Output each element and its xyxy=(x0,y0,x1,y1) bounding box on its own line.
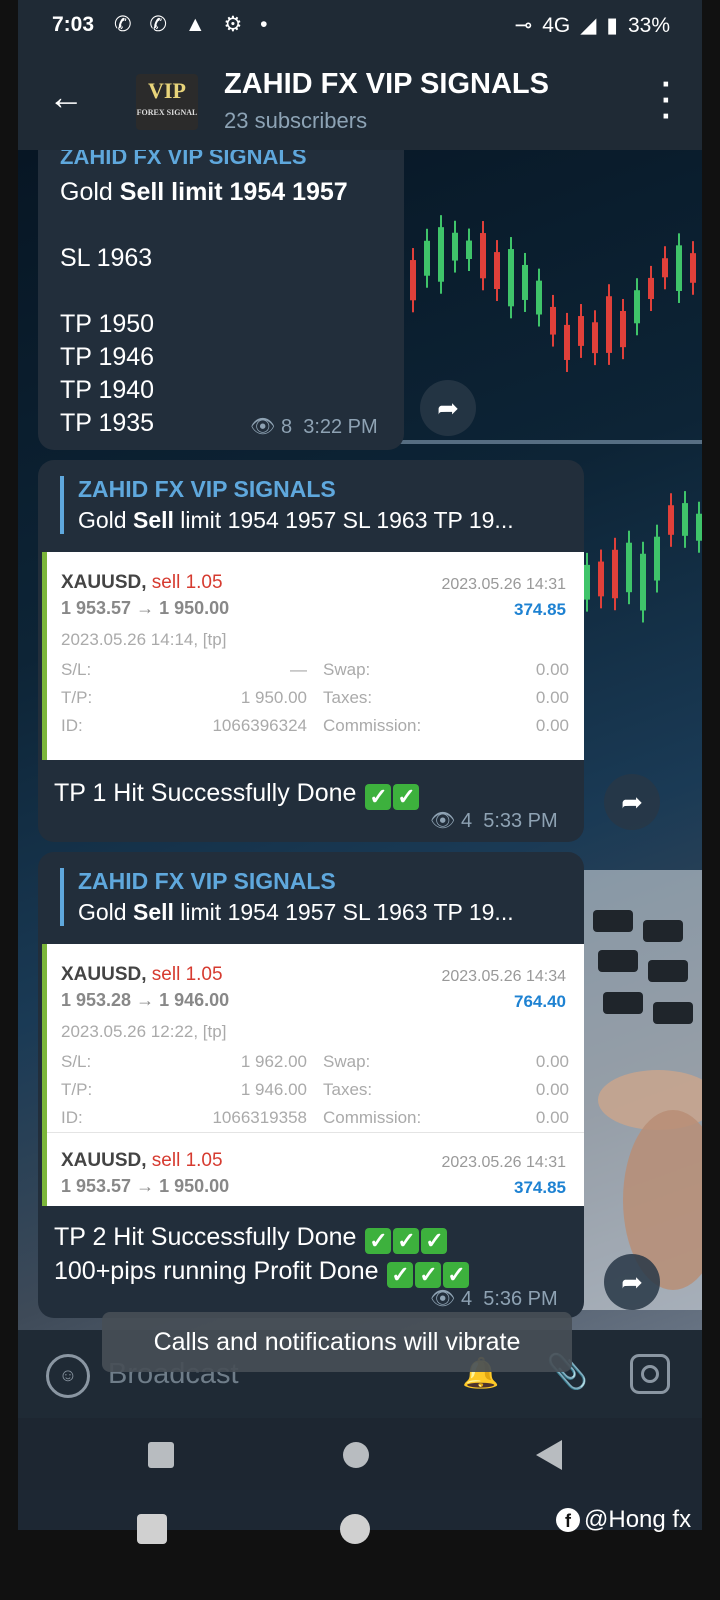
message-text: TP 2 Hit Successfully Done ✓ ✓ ✓ 100+pips … xyxy=(54,1220,470,1288)
trade2-prices: 1 953.57 → 1 950.00 xyxy=(61,1176,230,1196)
signal-text: Gold Sell limit 1954 1957 SL 1963 TP 195… xyxy=(60,176,348,440)
message-bubble-tp2[interactable]: ZAHID FX VIP SIGNALS Gold Sell limit 195… xyxy=(38,852,584,1318)
vibrate-toast: Calls and notifications will vibrate xyxy=(102,1312,572,1372)
message-text: TP 1 Hit Successfully Done ✓ ✓ xyxy=(54,776,420,810)
views-eye-icon: 👁 xyxy=(250,416,276,438)
trade-divider xyxy=(47,1132,584,1133)
check-emoji-icon: ✓ xyxy=(393,784,420,810)
recents-button[interactable] xyxy=(137,1514,167,1544)
signal-line-tp2: TP 1946 xyxy=(60,343,155,371)
check-emoji-icon: ✓ xyxy=(443,1262,470,1288)
trade2-profit: 374.85 xyxy=(514,1178,566,1197)
emoji-icon[interactable]: ☺ xyxy=(46,1354,90,1398)
battery-level: 33% xyxy=(627,13,670,37)
channel-header: ← VIP FOREX SIGNAL ZAHID FX VIP SIGNALS … xyxy=(18,52,702,150)
trade-prices: 1 953.57 → 1 950.00 xyxy=(61,598,230,618)
notification-icons: ✆ ✆ ▲ ⚙ • xyxy=(114,13,274,36)
trade-symbol: XAUUSD, sell 1.05 xyxy=(61,964,223,985)
message-time: 5:33 PM xyxy=(483,810,558,832)
signal-line-tp3: TP 1940 xyxy=(60,376,155,404)
check-emoji-icon: ✓ xyxy=(365,784,392,810)
message-time: 3:22 PM xyxy=(303,416,378,438)
trade-close-time: 2023.05.26 14:34 xyxy=(441,968,566,985)
reply-sender: ZAHID FX VIP SIGNALS xyxy=(78,476,336,502)
message-sender: ZAHID FX VIP SIGNALS xyxy=(60,150,307,169)
trade-profit: 374.85 xyxy=(514,600,566,619)
channel-title[interactable]: ZAHID FX VIP SIGNALS xyxy=(224,68,549,101)
forward-icon[interactable]: ➦ xyxy=(604,1254,660,1310)
reply-preview[interactable]: ZAHID FX VIP SIGNALS Gold Sell limit 195… xyxy=(60,868,564,926)
signal-line-sl: SL 1963 xyxy=(60,244,153,272)
views-eye-icon: 👁 xyxy=(430,810,456,832)
forward-icon[interactable]: ➦ xyxy=(420,380,476,436)
trade-close-time: 2023.05.26 14:31 xyxy=(441,576,566,593)
trade-symbol: XAUUSD, sell 1.05 xyxy=(61,572,223,593)
status-bar: 7:03 ✆ ✆ ▲ ⚙ • ⊸ 4G ◢ ▮ 33% xyxy=(18,0,702,52)
reply-sender: ZAHID FX VIP SIGNALS xyxy=(78,868,336,894)
avatar-logo-subtext: FOREX SIGNAL xyxy=(136,108,198,117)
view-count: 4 xyxy=(460,810,473,832)
check-emoji-icon: ✓ xyxy=(365,1228,392,1254)
forward-icon[interactable]: ➦ xyxy=(604,774,660,830)
key-icon: ⊸ xyxy=(514,14,533,37)
check-emoji-icon: ✓ xyxy=(387,1262,414,1288)
trade-open-time: 2023.05.26 14:14, [tp] xyxy=(61,630,227,649)
more-options-icon[interactable]: · · · xyxy=(661,68,672,132)
message-bubble-tp1[interactable]: ZAHID FX VIP SIGNALS Gold Sell limit 195… xyxy=(38,460,584,842)
view-count: 4 xyxy=(460,1288,473,1310)
avatar-logo-text: VIP xyxy=(148,78,186,103)
signal-line-tp1: TP 1950 xyxy=(60,310,155,338)
channel-avatar[interactable]: VIP FOREX SIGNAL xyxy=(136,74,198,130)
chat-area[interactable]: ZAHID FX VIP SIGNALS Gold Sell limit 195… xyxy=(18,150,702,1360)
reply-text: Gold Sell limit 1954 1957 SL 1963 TP 19.… xyxy=(78,899,514,925)
message-bubble-signal[interactable]: ZAHID FX VIP SIGNALS Gold Sell limit 195… xyxy=(38,150,404,450)
message-time: 5:36 PM xyxy=(483,1288,558,1310)
signal-line-entry: Gold Sell limit 1954 1957 xyxy=(60,178,348,206)
system-nav-bar xyxy=(18,1418,702,1490)
reply-text: Gold Sell limit 1954 1957 SL 1963 TP 19.… xyxy=(78,507,514,533)
home-button[interactable] xyxy=(340,1514,370,1544)
views-eye-icon: 👁 xyxy=(430,1288,456,1310)
subscriber-count: 23 subscribers xyxy=(224,108,368,133)
watermark: f @Hong fx xyxy=(556,1506,691,1534)
message-meta: 👁 4 5:33 PM xyxy=(430,808,558,833)
facebook-icon: f xyxy=(556,1508,580,1532)
camera-icon[interactable] xyxy=(630,1354,670,1394)
trade-screenshot[interactable]: XAUUSD, sell 1.05 1 953.28 → 1 946.00 20… xyxy=(42,944,584,1206)
trade-screenshot[interactable]: XAUUSD, sell 1.05 1 953.57 → 1 950.00 20… xyxy=(42,552,584,760)
battery-icon: ▮ xyxy=(606,14,618,37)
check-emoji-icon: ✓ xyxy=(393,1228,420,1254)
recents-button[interactable] xyxy=(148,1442,174,1468)
home-button[interactable] xyxy=(343,1442,369,1468)
message-meta: 👁 8 3:22 PM xyxy=(250,414,378,439)
trade2-symbol: XAUUSD, sell 1.05 xyxy=(61,1150,223,1171)
phone-screen: 7:03 ✆ ✆ ▲ ⚙ • ⊸ 4G ◢ ▮ 33% ← VIP FOREX … xyxy=(18,0,702,1530)
check-emoji-icon: ✓ xyxy=(421,1228,448,1254)
trade-prices: 1 953.28 → 1 946.00 xyxy=(61,990,230,1010)
network-label: 4G xyxy=(542,13,571,37)
trade-open-time: 2023.05.26 12:22, [tp] xyxy=(61,1022,227,1041)
trade2-close-time: 2023.05.26 14:31 xyxy=(441,1154,566,1171)
back-arrow-icon[interactable]: ← xyxy=(48,76,84,118)
status-time: 7:03 xyxy=(52,13,95,36)
message-meta: 👁 4 5:36 PM xyxy=(430,1286,558,1311)
signal-icon: ◢ xyxy=(580,14,597,37)
trade-profit: 764.40 xyxy=(514,992,566,1011)
status-right: ⊸ 4G ◢ ▮ 33% xyxy=(515,13,670,38)
view-count: 8 xyxy=(280,416,293,438)
reply-preview[interactable]: ZAHID FX VIP SIGNALS Gold Sell limit 195… xyxy=(60,476,564,534)
back-button[interactable] xyxy=(536,1440,562,1470)
check-emoji-icon: ✓ xyxy=(415,1262,442,1288)
